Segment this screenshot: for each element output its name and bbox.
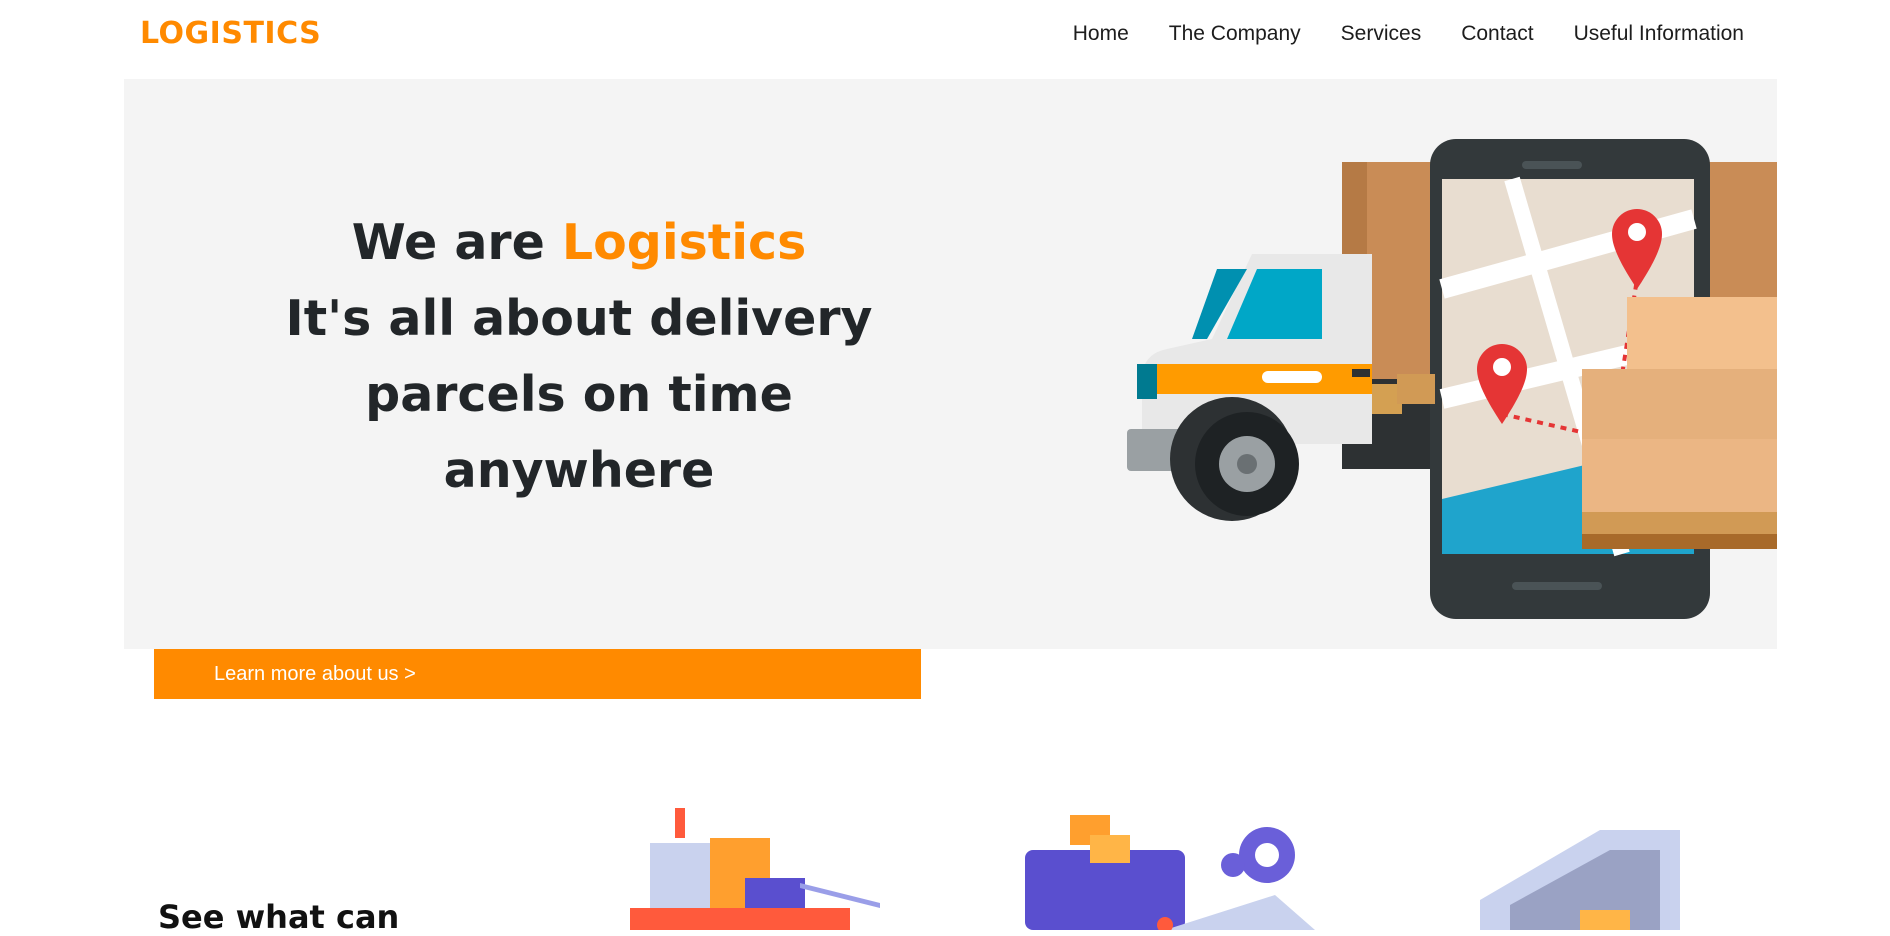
learn-more-button[interactable]: Learn more about us >: [154, 649, 921, 699]
nav-contact[interactable]: Contact: [1461, 22, 1533, 46]
hero-line-1: We are Logistics: [279, 205, 879, 281]
delivery-van-illustration: [1025, 815, 1315, 930]
site-logo[interactable]: LOGISTICS: [140, 16, 321, 51]
main-nav: Home The Company Services Contact Useful…: [1073, 22, 1744, 46]
delivery-truck-illustration: [1127, 139, 1777, 619]
nav-the-company[interactable]: The Company: [1169, 22, 1301, 46]
hero-banner: We are Logistics It's all about delivery…: [124, 79, 1777, 649]
hero-line-2: It's all about delivery: [285, 290, 873, 347]
hero-line-1-prefix: We are: [351, 214, 562, 271]
services-heading: See what can: [158, 898, 400, 936]
nav-services[interactable]: Services: [1341, 22, 1422, 46]
hero-line-3: parcels on time: [365, 366, 793, 423]
cargo-ship-illustration: [630, 808, 880, 930]
hero-line-1-accent: Logistics: [561, 214, 807, 271]
nav-home[interactable]: Home: [1073, 22, 1129, 46]
nav-useful-information[interactable]: Useful Information: [1574, 22, 1744, 46]
hero-headline: We are Logistics It's all about delivery…: [279, 205, 879, 509]
warehouse-shelf-illustration: [1480, 830, 1680, 930]
hero-line-4: anywhere: [443, 442, 715, 499]
learn-more-label: Learn more about us >: [214, 662, 416, 685]
